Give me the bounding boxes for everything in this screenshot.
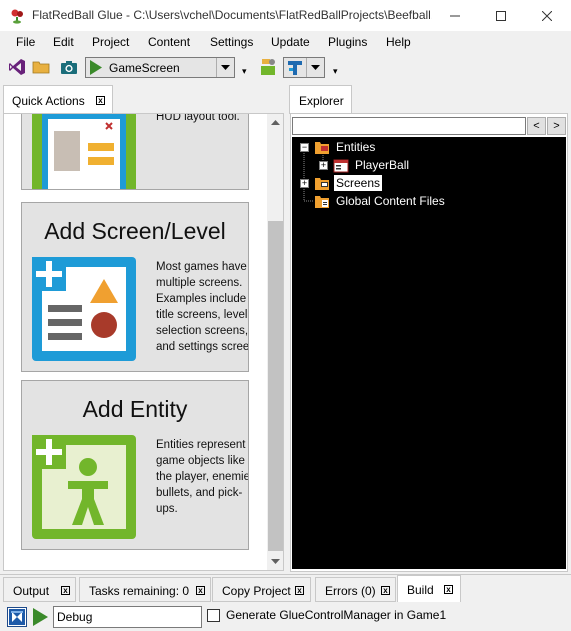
screenshot-button[interactable]	[58, 56, 80, 78]
menu-help[interactable]: Help	[386, 35, 411, 49]
generate-gluecontrolmanager-checkbox[interactable]	[207, 609, 220, 622]
tab-quick-actions[interactable]: Quick Actions x	[3, 85, 113, 114]
tab-build-label: Build	[407, 583, 434, 597]
play-icon	[90, 60, 102, 75]
screens-folder-icon	[315, 178, 329, 190]
minimize-button[interactable]	[432, 0, 478, 31]
quick-action-title: Add Screen/Level	[44, 218, 226, 244]
explorer-tree[interactable]: − Entities + PlayerBall + Screens Global…	[292, 137, 566, 569]
close-icon[interactable]: x	[196, 586, 205, 595]
title-bar: FlatRedBall Glue - C:\Users\vchel\Docume…	[0, 0, 571, 31]
menu-bar: File Edit Project Content Settings Updat…	[0, 31, 571, 53]
folder-icon	[32, 61, 50, 74]
menu-update[interactable]: Update	[271, 35, 310, 49]
tab-errors[interactable]: Errors (0) x	[315, 577, 396, 602]
tree-expander-entities[interactable]: −	[300, 143, 309, 152]
quick-action-description: Entities represent game objects like the…	[156, 439, 249, 515]
menu-file[interactable]: File	[16, 35, 35, 49]
bottom-tab-strip: Output x Tasks remaining: 0 x Copy Proje…	[0, 574, 571, 602]
tab-copy-project-label: Copy Project	[222, 584, 291, 598]
startup-screen-combo[interactable]: GameScreen	[85, 57, 235, 78]
maximize-button[interactable]	[478, 0, 524, 31]
global-content-folder-icon	[315, 196, 329, 208]
tab-explorer-label: Explorer	[299, 94, 344, 108]
add-screen-icon	[32, 257, 136, 361]
tree-expander-screens[interactable]: +	[300, 179, 309, 188]
startup-screen-value: GameScreen	[109, 61, 180, 75]
close-icon[interactable]: x	[444, 585, 453, 594]
close-icon[interactable]: x	[381, 586, 390, 595]
menu-settings[interactable]: Settings	[210, 35, 253, 49]
quick-action-title: Add Entity	[82, 396, 188, 422]
toolbar-overflow-icon[interactable]: ▾	[242, 67, 247, 76]
window-title: FlatRedBall Glue - C:\Users\vchel\Docume…	[32, 8, 432, 22]
tab-tasks-label: Tasks remaining: 0	[89, 584, 190, 598]
quick-actions-panel: powerful UI and HUD layout tool. Add Scr…	[3, 113, 284, 571]
menu-edit[interactable]: Edit	[53, 35, 74, 49]
quick-action-card-add-entity[interactable]: Add Entity Entities represent game objec…	[21, 380, 249, 550]
tab-copy-project[interactable]: Copy Project x	[212, 577, 311, 602]
menu-plugins[interactable]: Plugins	[328, 35, 367, 49]
tab-quick-actions-label: Quick Actions	[12, 94, 85, 108]
open-folder-button[interactable]	[30, 56, 52, 78]
maximize-icon	[496, 10, 506, 21]
forward-button[interactable]: >	[547, 117, 566, 135]
tab-output-label: Output	[13, 584, 50, 598]
tools-icon	[261, 59, 275, 75]
build-button[interactable]	[7, 607, 27, 627]
chevron-down-icon	[311, 65, 320, 70]
toolbar: GameScreen ▾ ▾	[0, 54, 571, 82]
close-icon[interactable]: x	[295, 586, 304, 595]
close-icon	[542, 10, 552, 21]
layout-dropdown-arrow[interactable]	[306, 58, 324, 77]
explorer-search-input[interactable]	[292, 117, 526, 135]
flatredball-logo-icon	[11, 9, 23, 24]
tree-item-playerball[interactable]: PlayerBall	[355, 158, 409, 172]
combo-dropdown-button[interactable]	[216, 58, 234, 77]
tree-item-screens[interactable]: Screens	[334, 175, 383, 191]
entities-folder-icon	[315, 142, 329, 154]
close-icon[interactable]: x	[61, 586, 70, 595]
add-entity-icon	[32, 435, 136, 539]
camera-icon	[61, 61, 77, 74]
tab-build[interactable]: Build x	[397, 575, 461, 602]
quick-action-description: Most games have multiple screens. Exampl…	[156, 261, 249, 353]
layout-tool-icon	[288, 61, 302, 75]
tree-item-entities[interactable]: Entities	[336, 140, 375, 154]
quick-actions-scrollbar[interactable]	[267, 114, 283, 570]
scroll-down-icon[interactable]	[271, 559, 280, 564]
play-icon	[33, 608, 48, 626]
tree-expander-playerball[interactable]: +	[319, 161, 328, 170]
visual-studio-icon	[9, 59, 25, 75]
run-button[interactable]	[30, 607, 50, 627]
tab-explorer[interactable]: Explorer	[289, 85, 352, 114]
scroll-up-icon[interactable]	[271, 120, 280, 125]
build-config-input[interactable]: Debug	[53, 606, 202, 628]
quick-action-card-gum[interactable]: powerful UI and HUD layout tool.	[21, 113, 249, 190]
menu-content[interactable]: Content	[148, 35, 190, 49]
quick-action-description: powerful UI and HUD layout tool.	[156, 113, 240, 123]
generate-gluecontrolmanager-label: Generate GlueControlManager in Game1	[226, 608, 447, 622]
project-tools-button[interactable]	[257, 56, 279, 78]
minimize-icon	[450, 15, 460, 16]
close-button[interactable]	[524, 0, 570, 31]
entity-icon	[333, 159, 349, 173]
gum-layout-icon	[32, 114, 136, 189]
tab-output[interactable]: Output x	[3, 577, 76, 602]
toolbar-overflow-icon-2[interactable]: ▾	[333, 67, 338, 76]
build-icon	[9, 609, 25, 625]
quick-action-card-add-screen[interactable]: Add Screen/Level Most games have multipl…	[21, 202, 249, 372]
tab-tasks[interactable]: Tasks remaining: 0 x	[79, 577, 211, 602]
close-icon[interactable]: x	[96, 96, 105, 105]
tab-errors-label: Errors (0)	[325, 584, 376, 598]
layout-tool-dropdown[interactable]	[283, 57, 325, 78]
back-button[interactable]: <	[527, 117, 546, 135]
menu-project[interactable]: Project	[92, 35, 129, 49]
scrollbar-thumb[interactable]	[268, 221, 283, 551]
tree-item-global-content-files[interactable]: Global Content Files	[336, 194, 445, 208]
open-visual-studio-button[interactable]	[6, 56, 28, 78]
chevron-down-icon	[221, 65, 230, 70]
